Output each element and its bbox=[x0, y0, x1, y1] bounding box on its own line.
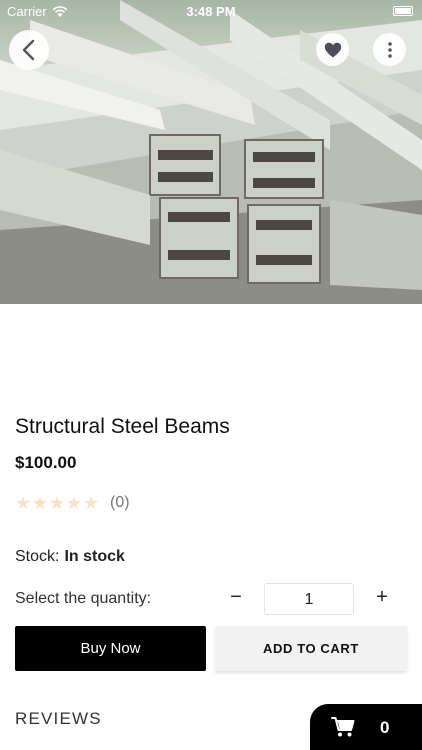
stock-info: Stock: In stock bbox=[15, 548, 125, 566]
add-to-cart-button[interactable]: ADD TO CART bbox=[215, 626, 407, 671]
product-image bbox=[0, 0, 422, 304]
more-vertical-icon bbox=[387, 41, 392, 58]
rating-row: ★ ★ ★ ★ ★ (0) bbox=[15, 493, 130, 513]
star-icon: ★ bbox=[83, 493, 100, 513]
star-icon: ★ bbox=[66, 493, 83, 513]
back-button[interactable] bbox=[9, 30, 49, 70]
chevron-left-icon bbox=[22, 39, 35, 61]
steel-beams-photo bbox=[0, 0, 422, 304]
battery-icon bbox=[393, 6, 413, 16]
more-options-button[interactable] bbox=[373, 33, 406, 66]
status-bar: Carrier 3:48 PM bbox=[0, 0, 422, 22]
quantity-label: Select the quantity: bbox=[15, 590, 152, 607]
increment-button[interactable]: + bbox=[371, 586, 393, 612]
heart-icon bbox=[324, 42, 341, 57]
product-title: Structural Steel Beams bbox=[15, 415, 230, 438]
stock-label: Stock: bbox=[15, 548, 60, 565]
shopping-cart-icon bbox=[331, 717, 355, 737]
status-time: 3:48 PM bbox=[186, 4, 236, 19]
decrement-button[interactable]: − bbox=[225, 586, 247, 612]
favorite-button[interactable] bbox=[316, 33, 349, 66]
buy-now-button[interactable]: Buy Now bbox=[15, 626, 206, 671]
cart-button[interactable]: 0 bbox=[310, 704, 422, 750]
stock-value: In stock bbox=[64, 548, 125, 565]
star-icon: ★ bbox=[15, 493, 32, 513]
cart-count: 0 bbox=[380, 718, 390, 737]
quantity-field[interactable]: 1 bbox=[264, 583, 354, 615]
product-price: $100.00 bbox=[15, 453, 77, 472]
star-icon: ★ bbox=[32, 493, 49, 513]
reviews-heading: REVIEWS bbox=[15, 709, 102, 728]
rating-count: (0) bbox=[110, 494, 130, 511]
star-icon: ★ bbox=[49, 493, 66, 513]
